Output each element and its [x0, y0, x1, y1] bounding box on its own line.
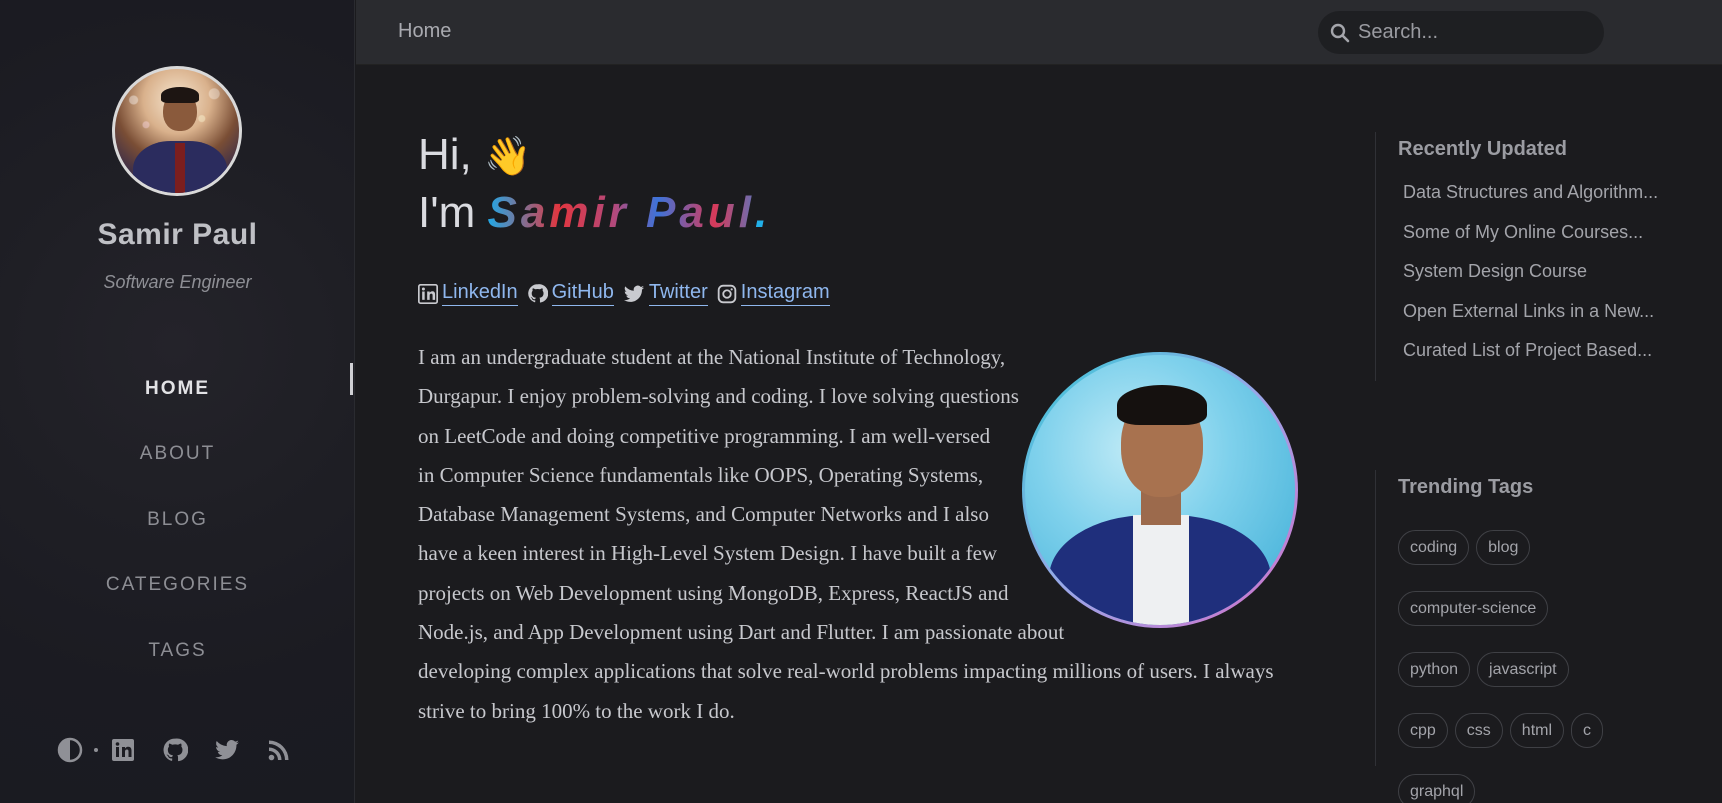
sidebar-item-categories[interactable]: CATEGORIES: [0, 553, 355, 619]
avatar[interactable]: [112, 66, 242, 196]
tag-graphql[interactable]: graphql: [1398, 774, 1476, 803]
site-title[interactable]: Samir Paul: [0, 218, 355, 252]
tag-python[interactable]: python: [1398, 652, 1471, 687]
github-link[interactable]: GitHub: [551, 281, 614, 306]
intro-line: I'm Samir Paul.: [418, 186, 771, 240]
recently-updated-list: Data Structures and Algorithm... Some of…: [1403, 182, 1683, 380]
breadcrumb[interactable]: Home: [398, 20, 451, 43]
trending-tags: coding blog computer-science python java…: [1398, 530, 1698, 803]
tag-computer-science[interactable]: computer-science: [1398, 591, 1549, 626]
tag-cpp[interactable]: cpp: [1398, 713, 1448, 748]
linkedin-link[interactable]: LinkedIn: [442, 281, 518, 306]
list-item[interactable]: Some of My Online Courses...: [1403, 222, 1683, 262]
bio-section: I am an undergraduate student at the Nat…: [418, 338, 1298, 731]
theme-toggle-icon[interactable]: [56, 736, 84, 764]
tag-css[interactable]: css: [1454, 713, 1503, 748]
greeting-text: Hi,: [418, 130, 472, 179]
list-item[interactable]: System Design Course: [1403, 261, 1683, 301]
sidebar-item-blog[interactable]: BLOG: [0, 487, 355, 553]
search-icon: [1330, 23, 1350, 42]
search-box[interactable]: [1318, 11, 1604, 54]
profile-photo: [1022, 352, 1298, 628]
site-subtitle: Software Engineer: [103, 272, 252, 292]
sidebar-nav: HOME ABOUT BLOG CATEGORIES TAGS: [0, 356, 355, 684]
panel-divider: [1375, 132, 1376, 381]
github-icon: [527, 284, 548, 303]
rss-icon[interactable]: [265, 736, 293, 764]
tag-coding[interactable]: coding: [1398, 530, 1470, 565]
intro-prefix: I'm: [418, 188, 476, 237]
greeting-line: Hi, 👋: [418, 128, 531, 184]
sidebar-item-home[interactable]: HOME: [0, 356, 355, 422]
separator-dot: [94, 748, 98, 752]
github-icon[interactable]: [161, 736, 189, 764]
twitter-icon[interactable]: [213, 736, 241, 764]
intro-name: Samir Paul.: [487, 188, 772, 237]
instagram-link[interactable]: Instagram: [740, 281, 830, 306]
list-item[interactable]: Data Structures and Algorithm...: [1403, 182, 1683, 222]
linkedin-icon[interactable]: [109, 736, 137, 764]
list-item[interactable]: Curated List of Project Based...: [1403, 340, 1683, 380]
sidebar: Samir Paul Software Engineer HOME ABOUT …: [0, 0, 355, 803]
trending-tags-title: Trending Tags: [1398, 476, 1534, 498]
tag-blog[interactable]: blog: [1476, 530, 1531, 565]
sidebar-item-about[interactable]: ABOUT: [0, 422, 355, 488]
sidebar-item-tags[interactable]: TAGS: [0, 618, 355, 684]
panel-divider: [1375, 470, 1376, 766]
tag-javascript[interactable]: javascript: [1477, 652, 1569, 687]
linkedin-icon: [418, 283, 438, 304]
recently-updated-title: Recently Updated: [1398, 138, 1567, 160]
tag-c[interactable]: c: [1571, 713, 1604, 748]
waving-hand-icon: 👋: [484, 136, 532, 178]
topbar: Home: [356, 0, 1722, 65]
sidebar-footer: [56, 736, 293, 764]
twitter-link[interactable]: Twitter: [648, 281, 708, 306]
social-links: LinkedIn GitHub Twitter Instagram: [418, 281, 839, 306]
instagram-icon: [717, 284, 737, 303]
list-item[interactable]: Open External Links in a New...: [1403, 301, 1683, 341]
tag-html[interactable]: html: [1509, 713, 1565, 748]
search-input[interactable]: [1358, 21, 1578, 44]
twitter-icon: [623, 285, 644, 302]
